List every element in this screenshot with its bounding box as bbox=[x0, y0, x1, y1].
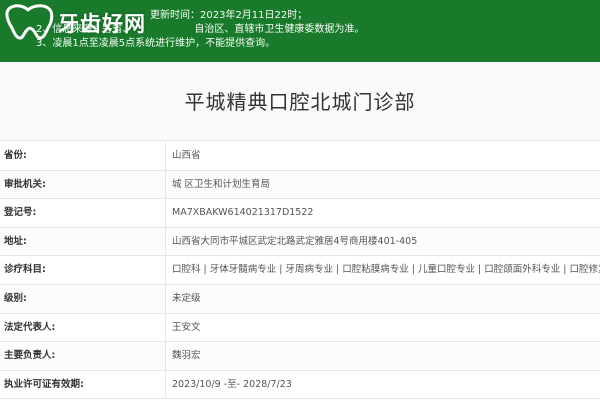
notice-source: 2、信息来源：各省、 自治区、直辖市卫生健康委数据为准。 bbox=[36, 24, 364, 36]
table-row-registration-number: 登记号: MA7XBAKW614021317D1522 bbox=[0, 199, 600, 228]
notice-maintenance: 3、凌晨1点至凌晨5点系统进行维护，不能提供查询。 bbox=[36, 38, 276, 49]
notice-source-head: 2、信息来源：各省、 bbox=[36, 24, 133, 35]
column-divider bbox=[165, 284, 166, 313]
table-row-province: 省份: 山西省 bbox=[0, 142, 600, 171]
page-title: 平城精典口腔北城门诊部 bbox=[184, 90, 416, 114]
field-value: 城 区卫生和计划生育局 bbox=[172, 178, 271, 190]
table-row-principal: 主要负责人: 魏羽宏 bbox=[0, 342, 600, 371]
table-row-legal-representative: 法定代表人: 王安文 bbox=[0, 313, 600, 343]
field-label: 地址: bbox=[4, 235, 27, 247]
column-divider bbox=[165, 256, 166, 284]
field-value: MA7XBAKW614021317D1522 bbox=[172, 207, 314, 219]
table-row-license-validity: 执业许可证有效期: 2023/10/9 -至- 2028/7/23 bbox=[0, 370, 600, 400]
tooth-icon bbox=[5, 4, 54, 40]
field-label: 执业许可证有效期: bbox=[4, 378, 84, 390]
field-label: 主要负责人: bbox=[4, 350, 56, 362]
site-logo[interactable]: 牙齿好网 bbox=[2, 2, 145, 42]
table-row-level: 级别: 未定级 bbox=[0, 284, 600, 314]
field-label: 级别: bbox=[4, 292, 27, 304]
field-value: 口腔科 | 牙体牙髓病专业 | 牙周病专业 | 口腔粘膜病专业 | 儿童口腔专业… bbox=[172, 264, 600, 276]
column-divider bbox=[165, 142, 166, 170]
page: 牙齿好网 更新时间：2023年2月11日22时； 2、信息来源：各省、 自治区、直… bbox=[0, 0, 600, 400]
field-label: 诊疗科目: bbox=[4, 264, 46, 276]
column-divider bbox=[165, 342, 166, 370]
notice-source-tail: 自治区、直辖市卫生健康委数据为准。 bbox=[194, 24, 365, 35]
field-value: 王安文 bbox=[172, 321, 201, 333]
notice-banner: 牙齿好网 更新时间：2023年2月11日22时； 2、信息来源：各省、 自治区、直… bbox=[0, 0, 600, 63]
table-row-approval-authority: 审批机关: 城 区卫生和计划生育局 bbox=[0, 170, 600, 200]
field-value: 未定级 bbox=[172, 292, 201, 304]
field-label: 审批机关: bbox=[4, 178, 46, 190]
table-row-departments: 诊疗科目: 口腔科 | 牙体牙髓病专业 | 牙周病专业 | 口腔粘膜病专业 | … bbox=[0, 256, 600, 285]
field-label: 法定代表人: bbox=[4, 321, 56, 333]
field-label: 省份: bbox=[4, 150, 27, 161]
column-divider bbox=[165, 227, 166, 256]
field-label: 登记号: bbox=[4, 207, 37, 219]
column-divider bbox=[165, 170, 166, 199]
clinic-info-table: 省份: 山西省 审批机关: 城 区卫生和计划生育局 登记号: MA7XBAKW6… bbox=[0, 142, 600, 400]
column-divider bbox=[165, 370, 166, 399]
column-divider bbox=[165, 199, 166, 227]
title-section: 平城精典口腔北城门诊部 bbox=[0, 62, 600, 141]
table-row-address: 地址: 山西省大同市平城区武定北路武定雅居4号商用楼401-405 bbox=[0, 227, 600, 257]
field-value: 魏羽宏 bbox=[172, 350, 201, 362]
notice-update-time: 更新时间：2023年2月11日22时； bbox=[150, 10, 308, 21]
field-value: 山西省大同市平城区武定北路武定雅居4号商用楼401-405 bbox=[172, 235, 418, 247]
column-divider bbox=[165, 313, 166, 342]
field-value: 2023/10/9 -至- 2028/7/23 bbox=[172, 378, 292, 390]
field-value: 山西省 bbox=[172, 150, 201, 161]
